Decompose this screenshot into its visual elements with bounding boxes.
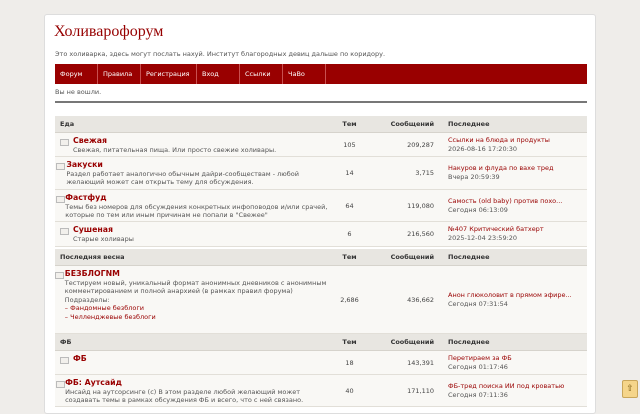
last-post-date: Сегодня 07:11:36 bbox=[448, 390, 508, 399]
subforum-link[interactable]: – Фандомные безблоги bbox=[65, 304, 332, 313]
forum-row: ФБ 18 143,391 Перетираем за ФБ Сегодня 0… bbox=[55, 351, 587, 375]
col-topics-header: Тем bbox=[342, 253, 357, 261]
last-post-date: Сегодня 06:13:09 bbox=[448, 205, 508, 214]
login-status: Вы не вошли. bbox=[55, 88, 102, 96]
last-post-date: 2025-12-04 23:59:20 bbox=[448, 234, 518, 242]
col-last-header: Последнее bbox=[448, 338, 490, 346]
forum-description: Тестируем новый, уникальный формат анони… bbox=[64, 278, 327, 296]
forum-link[interactable]: Сушеная bbox=[73, 225, 134, 235]
forum-description: Свежая, питательная пища. Или просто све… bbox=[73, 145, 277, 154]
forum-icon bbox=[55, 222, 73, 246]
site-description: Это холиварка, здесь могут послать нахуй… bbox=[55, 50, 386, 58]
category-table-food: Еда Тем Сообщений Последнее Свежая Свежа… bbox=[55, 116, 587, 247]
category-table-last-spring: Последняя весна Тем Сообщений Последнее … bbox=[55, 249, 587, 334]
forum-row: ФБ: Аутсайд Инсайд на аутсорсинге (с) В … bbox=[55, 375, 587, 407]
col-posts-header: Сообщений bbox=[390, 120, 434, 128]
subforum-link[interactable]: – Челленджевые безблоги bbox=[65, 313, 332, 322]
forum-description: Раздел работает аналогично обычным дайри… bbox=[66, 169, 299, 187]
forum-link[interactable]: Свежая bbox=[73, 136, 276, 146]
last-post-link[interactable]: Накуров и флуда по вахе тред bbox=[448, 164, 587, 173]
col-last-header: Последнее bbox=[448, 120, 490, 128]
forum-description: Старые холивары bbox=[73, 234, 134, 243]
last-post-link[interactable]: №407 Критический батхерт bbox=[448, 225, 587, 234]
forum-link[interactable]: Закуски bbox=[66, 160, 332, 170]
col-posts-header: Сообщений bbox=[390, 338, 434, 346]
last-post-link[interactable]: ФБ-тред поиска ИИ под кроватью bbox=[448, 382, 587, 391]
forum-icon bbox=[55, 351, 73, 374]
topic-count: 40 bbox=[345, 386, 354, 395]
forum-link[interactable]: ФБ: Аутсайд bbox=[65, 378, 332, 388]
category-table-fb: ФБ Тем Сообщений Последнее ФБ 18 143,391… bbox=[55, 334, 587, 407]
post-count: 216,560 bbox=[407, 230, 434, 238]
post-count: 3,715 bbox=[415, 169, 434, 177]
category-title: ФБ bbox=[60, 338, 72, 346]
forum-description: Темы без номеров для обсуждения конкретн… bbox=[65, 202, 328, 220]
subforums-label: Подразделы: bbox=[64, 295, 110, 304]
topic-count: 64 bbox=[345, 201, 354, 210]
topic-count: 18 bbox=[345, 358, 354, 367]
last-post-link[interactable]: Ссылки на блюда и продукты bbox=[448, 136, 587, 145]
col-posts-header: Сообщений bbox=[390, 253, 434, 261]
scroll-top-button[interactable]: ⇧ bbox=[622, 380, 638, 398]
post-count: 171,110 bbox=[407, 386, 434, 395]
category-title: Еда bbox=[60, 120, 75, 128]
forum-row: Свежая Свежая, питательная пища. Или про… bbox=[55, 133, 587, 157]
last-post-date: Сегодня 07:31:54 bbox=[448, 299, 508, 308]
forum-icon bbox=[55, 157, 66, 189]
col-topics-header: Тем bbox=[342, 120, 357, 128]
col-last-header: Последнее bbox=[448, 253, 490, 261]
post-count: 209,287 bbox=[407, 140, 434, 149]
forum-row: Сушеная Старые холивары 6 216,560 №407 К… bbox=[55, 222, 587, 247]
forum-page: Холиварофорум Это холиварка, здесь могут… bbox=[44, 14, 596, 414]
forum-description: Инсайд на аутсорсинге (с) В этом разделе… bbox=[65, 387, 304, 405]
nav-forum[interactable]: Форум bbox=[55, 64, 98, 84]
nav-rules[interactable]: Правила bbox=[98, 64, 141, 84]
last-post-date: Вчера 20:59:39 bbox=[448, 173, 500, 181]
last-post-link[interactable]: Самость (old baby) против похо... bbox=[448, 197, 587, 206]
forum-link[interactable]: ФБ bbox=[73, 354, 87, 364]
last-post-link[interactable]: Перетираем за ФБ bbox=[448, 354, 587, 363]
category-title: Последняя весна bbox=[60, 253, 125, 261]
post-count: 436,662 bbox=[407, 295, 434, 304]
last-post-date: Сегодня 01:17:46 bbox=[448, 362, 508, 371]
last-post-link[interactable]: Анон глюколовит в прямом эфире... bbox=[448, 291, 587, 300]
topic-count: 14 bbox=[345, 169, 354, 177]
forum-link[interactable]: БЕЗБЛОГNM bbox=[65, 269, 332, 279]
post-count: 143,391 bbox=[407, 358, 434, 367]
nav-links[interactable]: Ссылки bbox=[240, 64, 283, 84]
col-topics-header: Тем bbox=[342, 338, 357, 346]
forum-link[interactable]: Фастфуд bbox=[65, 193, 332, 203]
divider bbox=[55, 101, 587, 103]
topic-count: 6 bbox=[347, 230, 352, 238]
nav-login[interactable]: Вход bbox=[197, 64, 240, 84]
main-nav: Форум Правила Регистрация Вход Ссылки Ча… bbox=[55, 64, 587, 84]
forum-icon bbox=[55, 190, 65, 221]
nav-faq[interactable]: ЧаВо bbox=[283, 64, 326, 84]
forum-icon bbox=[55, 266, 65, 333]
site-title[interactable]: Холиварофорум bbox=[54, 23, 163, 41]
category-header: ФБ Тем Сообщений Последнее bbox=[55, 334, 587, 351]
topic-count: 2,686 bbox=[340, 295, 359, 304]
forum-row: Закуски Раздел работает аналогично обычн… bbox=[55, 157, 587, 190]
last-post-date: 2026-08-16 17:20:30 bbox=[448, 144, 518, 153]
topic-count: 105 bbox=[343, 140, 356, 149]
category-header: Последняя весна Тем Сообщений Последнее bbox=[55, 249, 587, 266]
forum-icon bbox=[55, 375, 65, 406]
post-count: 119,080 bbox=[407, 201, 434, 210]
forum-row: БЕЗБЛОГNM Тестируем новый, уникальный фо… bbox=[55, 266, 587, 334]
nav-register[interactable]: Регистрация bbox=[141, 64, 197, 84]
forum-icon bbox=[55, 133, 73, 156]
category-header: Еда Тем Сообщений Последнее bbox=[55, 116, 587, 133]
forum-row: Фастфуд Темы без номеров для обсуждения … bbox=[55, 190, 587, 222]
